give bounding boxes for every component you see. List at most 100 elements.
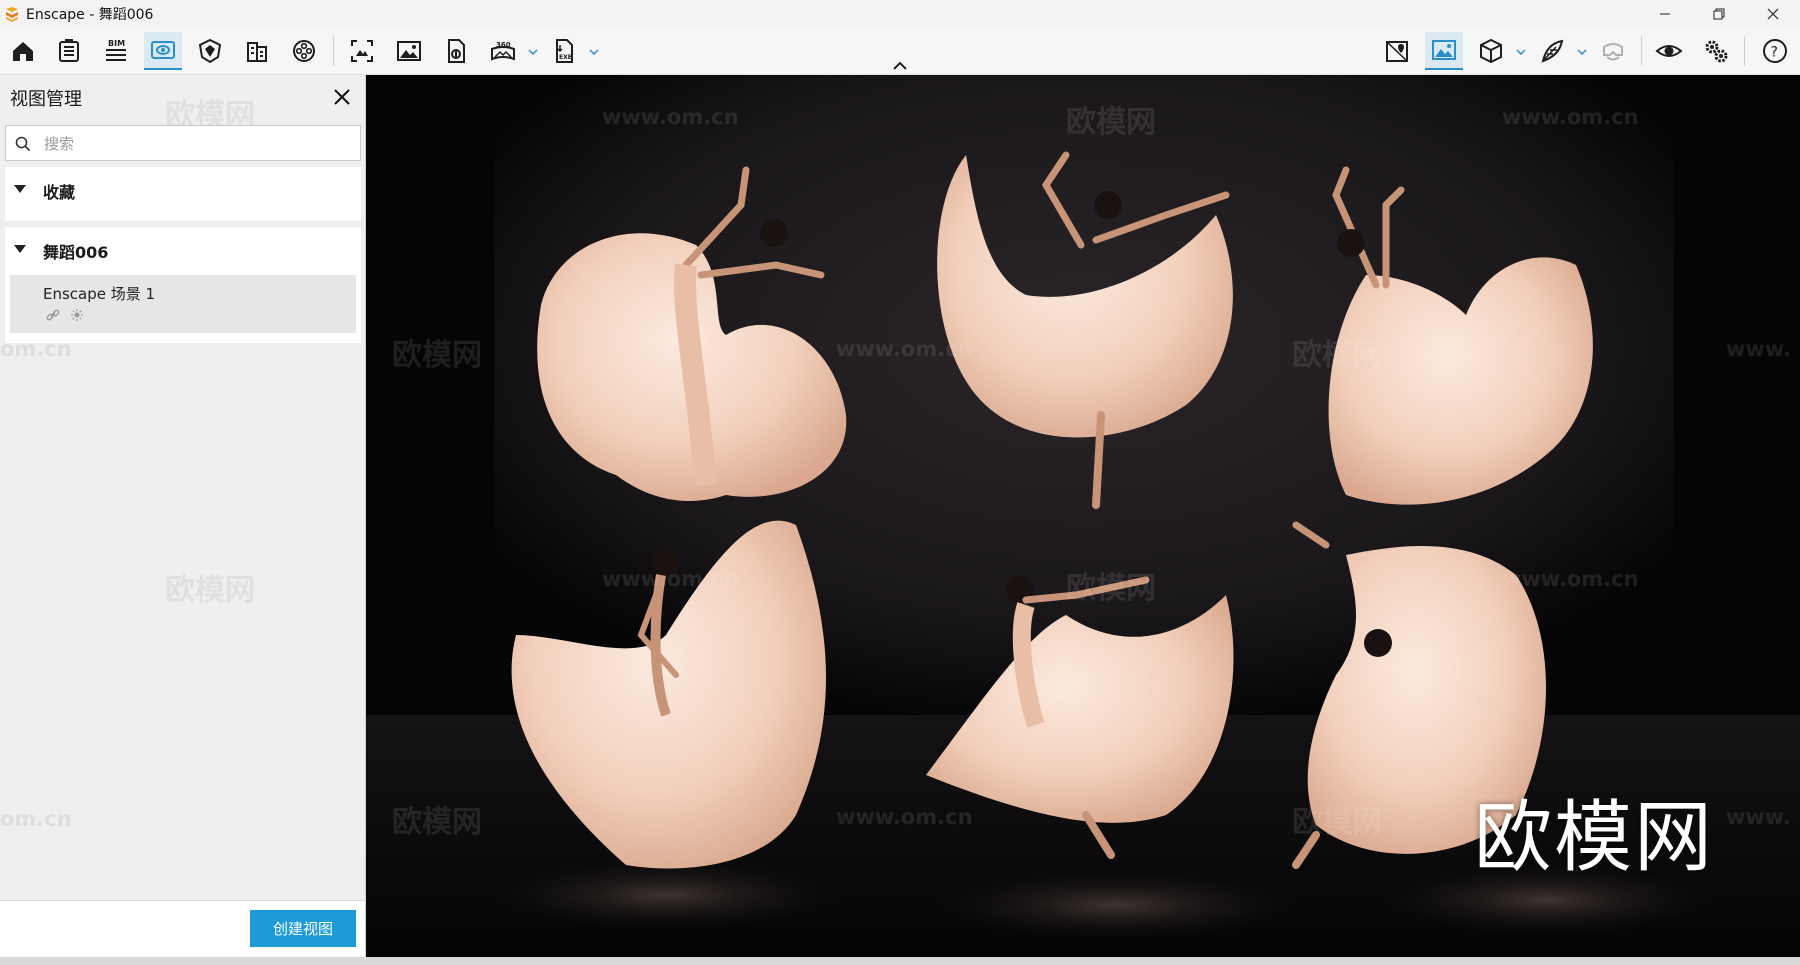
help-button[interactable]: ? [1756,32,1794,70]
upload-button[interactable] [437,32,475,70]
export-exe-icon: EXE [556,39,573,63]
project-group-header[interactable]: 舞蹈006 [5,227,361,273]
watermark-url: www.om.cn [602,105,739,129]
watermark: 欧模网 [1292,338,1382,373]
view-item[interactable]: Enscape 场景 1 [10,275,356,333]
screenshot-button[interactable] [343,32,381,70]
window-title: Enscape - 舞蹈006 [26,7,154,23]
watermark-url: www.om.cn [836,337,973,361]
video-editor-button[interactable] [285,32,323,70]
help-icon: ? [1763,39,1787,63]
watermark-url: www. [1726,805,1791,829]
watermark: 欧模网 [1292,805,1382,840]
search-input[interactable] [42,129,356,159]
upload-icon [448,39,465,63]
watermark: 欧模网 [1066,105,1156,140]
search-icon [15,136,31,152]
vr-button[interactable] [1594,32,1632,70]
svg-text:BIM: BIM [108,39,125,48]
watermark-url: www.om.cn [602,567,739,591]
gears-icon [1705,40,1728,63]
watermark-url: www.om.cn [1502,105,1639,129]
title-bar: Enscape - 舞蹈006 [0,0,1800,28]
svg-text:?: ? [1771,45,1778,61]
close-icon [1767,8,1779,20]
visual-settings-icon [1432,40,1456,60]
feather-button[interactable] [1533,32,1571,70]
view-item-name: Enscape 场景 1 [43,285,156,303]
watermark-url: www.om.cn [836,805,973,829]
video-reel-icon [293,40,315,62]
clipboard-icon [59,39,79,62]
watermark: 欧模网 [1066,571,1156,606]
clipboard-button[interactable] [50,32,88,70]
panel-title: 视图管理 [10,89,82,110]
home-icon [13,42,33,61]
restore-icon [1713,8,1725,20]
watermark: 欧模网 [392,805,482,840]
link-icon[interactable] [46,308,60,322]
create-view-button[interactable]: 创建视图 [250,910,356,947]
bim-icon: BIM [106,39,126,61]
view-management-panel: 欧模网 欧模网 om.cn om.cn 视图管理 收藏 舞蹈006 Enscap… [0,75,366,958]
favorites-group-header[interactable]: 收藏 [5,167,361,213]
watermark: 欧模网 [165,573,255,608]
watermark-url: www.om.cn [1502,567,1639,591]
view-management-icon [151,41,175,59]
panorama-360-icon: 360 [491,41,515,61]
caret-down-icon [14,245,26,253]
caret-down-icon [14,185,26,193]
bim-button[interactable]: BIM [97,32,135,70]
export-button[interactable]: EXE [545,32,583,70]
brand-watermark: 欧模网 [1474,793,1715,883]
restore-button[interactable] [1692,0,1746,28]
settings-button[interactable] [1697,32,1735,70]
group-label: 收藏 [43,183,76,202]
screenshot-icon [351,40,373,62]
eye-icon [1655,45,1683,57]
feather-dropdown-icon[interactable] [1576,46,1588,58]
visual-settings-button[interactable] [1425,32,1463,70]
panel-close-button[interactable] [330,85,354,109]
toolbar-separator [1641,36,1642,66]
export-dropdown-icon[interactable] [588,46,600,58]
watermark-url: www. [1726,337,1791,361]
asset-library-button[interactable] [191,32,229,70]
close-icon [334,89,350,105]
cube-button[interactable] [1472,32,1510,70]
home-button[interactable] [4,32,42,70]
collapse-toolbar-icon[interactable] [891,60,909,72]
cube-dropdown-icon[interactable] [1515,46,1527,58]
vr-headset-icon [1603,43,1623,61]
panorama-dropdown-icon[interactable] [527,46,539,58]
view-management-button[interactable] [144,32,182,70]
building-button[interactable] [238,32,276,70]
enscape-logo-icon [6,7,18,22]
svg-text:EXE: EXE [559,54,572,61]
building-icon [247,42,267,62]
minimize-button[interactable] [1638,0,1692,28]
map-pin-icon [1386,41,1408,62]
toolbar-separator [1744,36,1745,66]
batch-render-button[interactable] [390,32,428,70]
search-box [5,125,361,161]
map-button[interactable] [1378,32,1416,70]
project-group: 舞蹈006 Enscape 场景 1 [5,227,361,343]
favorites-group: 收藏 [5,167,361,221]
asset-library-icon [198,38,222,64]
batch-render-icon [397,41,421,61]
bottom-strip [0,957,1800,965]
panel-header: 视图管理 [0,75,366,119]
sun-icon[interactable] [70,308,84,322]
toolbar-separator [333,36,334,66]
close-window-button[interactable] [1746,0,1800,28]
feather-icon [1541,39,1564,63]
panel-footer: 创建视图 [0,900,365,958]
watermark: 欧模网 [392,338,482,373]
cube-icon [1480,38,1502,64]
group-label: 舞蹈006 [43,243,109,262]
panorama-button[interactable]: 360 [484,32,522,70]
render-viewport[interactable]: www.om.cn 欧模网 www.om.cn 欧模网 www.om.cn 欧模… [366,75,1800,957]
watermark-url: om.cn [0,807,72,831]
preview-button[interactable] [1650,32,1688,70]
